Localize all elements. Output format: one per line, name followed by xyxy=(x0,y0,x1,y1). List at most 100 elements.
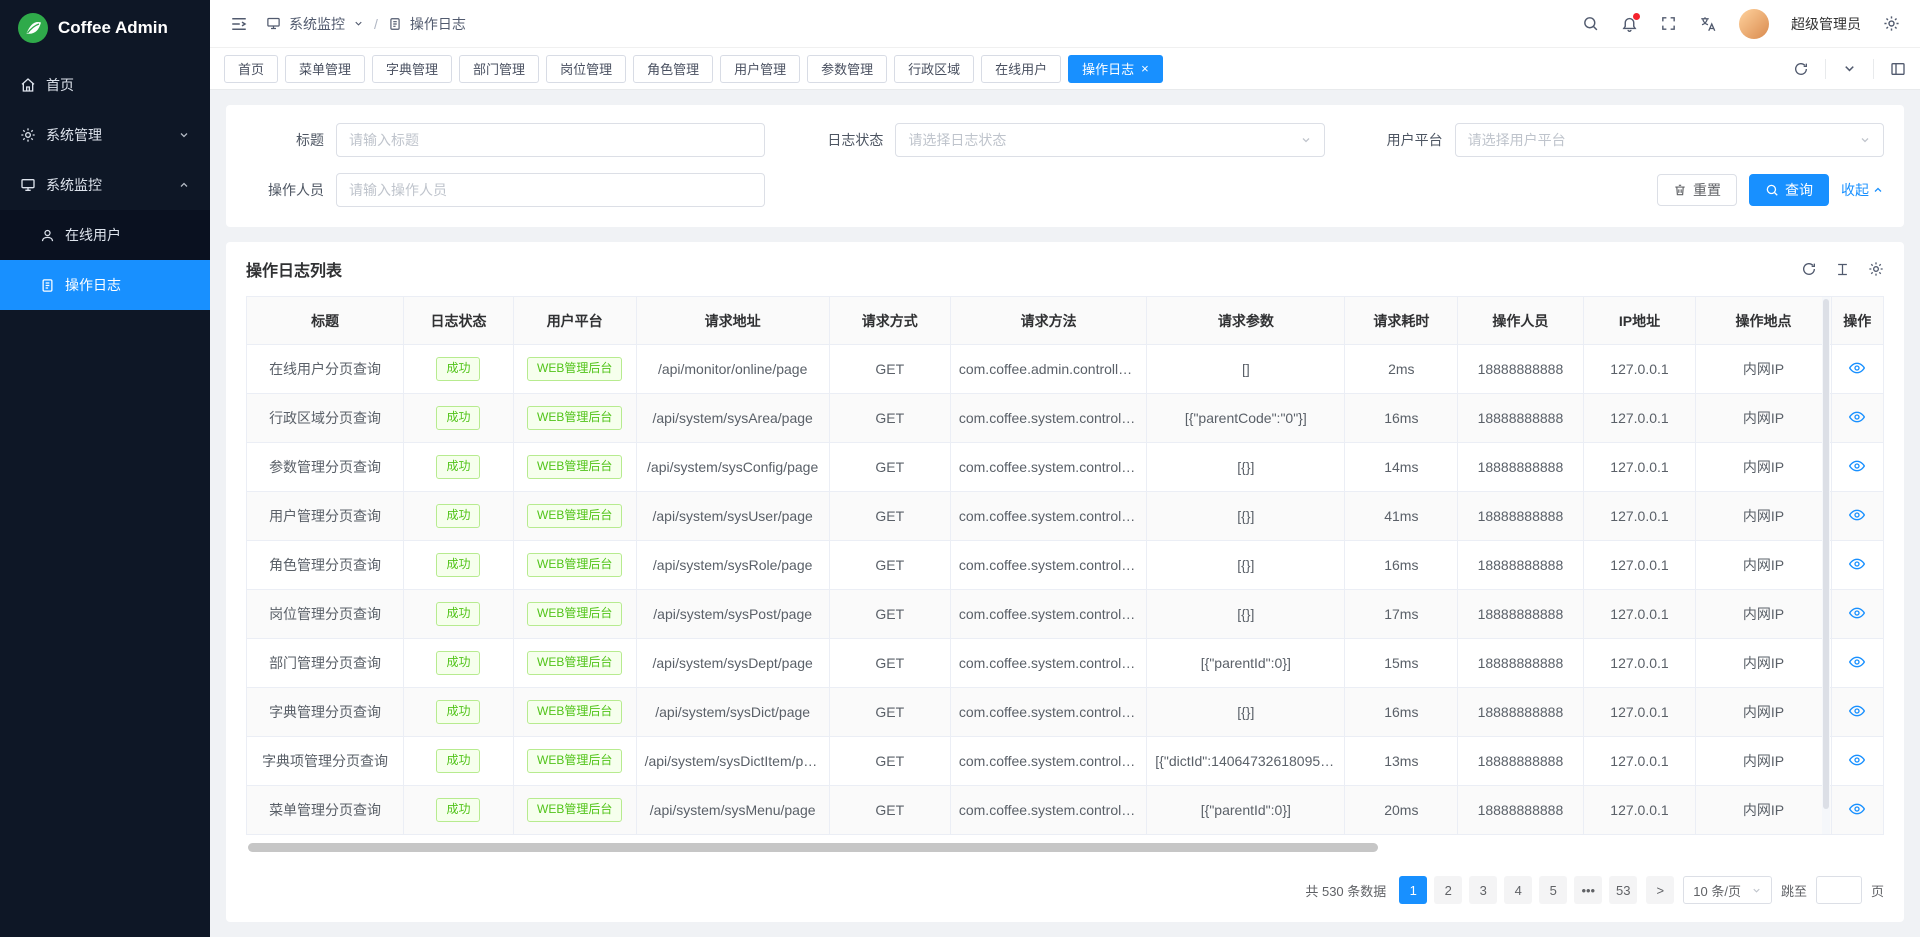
filter-spacer xyxy=(805,173,1364,207)
reset-button[interactable]: 重置 xyxy=(1657,174,1737,206)
sidebar-item-home[interactable]: 首页 xyxy=(0,60,210,110)
title-input[interactable] xyxy=(336,123,765,157)
collapse-sidebar-icon[interactable] xyxy=(230,15,248,33)
tab-close-icon[interactable]: × xyxy=(1141,62,1149,75)
tab[interactable]: 角色管理 xyxy=(633,55,713,83)
refresh-icon[interactable] xyxy=(1793,61,1809,77)
view-detail-eye-icon[interactable] xyxy=(1849,556,1865,572)
cell-method: GET xyxy=(829,786,950,835)
tab[interactable]: 在线用户 xyxy=(981,55,1061,83)
tab[interactable]: 菜单管理 xyxy=(285,55,365,83)
tab[interactable]: 字典管理 xyxy=(372,55,452,83)
view-detail-eye-icon[interactable] xyxy=(1849,507,1865,523)
cell-params: [{"parentId":0}] xyxy=(1147,786,1345,835)
cell-title: 行政区域分页查询 xyxy=(247,394,404,443)
chevron-down-icon xyxy=(1751,885,1762,896)
breadcrumb-level1[interactable]: 系统监控 xyxy=(289,14,345,34)
scrollbar-thumb[interactable] xyxy=(248,843,1378,852)
platform-select[interactable]: 请选择用户平台 xyxy=(1455,123,1884,157)
cell-url: /api/system/sysPost/page xyxy=(636,590,829,639)
cell-title: 菜单管理分页查询 xyxy=(247,786,404,835)
cell-location: 内网IP xyxy=(1696,639,1831,688)
density-icon[interactable] xyxy=(1835,262,1850,277)
jump-page-input[interactable] xyxy=(1816,876,1862,904)
cell-url: /api/system/sysDict/page xyxy=(636,688,829,737)
refresh-icon[interactable] xyxy=(1801,261,1817,277)
chevron-up-icon xyxy=(178,179,190,191)
search-icon[interactable] xyxy=(1582,15,1599,32)
cell-operator: 18888888888 xyxy=(1458,688,1583,737)
pager-page-button[interactable]: 1 xyxy=(1399,876,1427,904)
cell-operator: 18888888888 xyxy=(1458,737,1583,786)
log-table-body: 在线用户分页查询成功WEB管理后台/api/monitor/online/pag… xyxy=(247,345,1884,835)
cell-title: 在线用户分页查询 xyxy=(247,345,404,394)
trash-icon xyxy=(1673,183,1687,197)
cell-operator: 18888888888 xyxy=(1458,639,1583,688)
tab[interactable]: 行政区域 xyxy=(894,55,974,83)
cell-location: 内网IP xyxy=(1696,688,1831,737)
pager-page-button[interactable]: 53 xyxy=(1609,876,1637,904)
avatar[interactable] xyxy=(1739,9,1769,39)
tab[interactable]: 部门管理 xyxy=(459,55,539,83)
cell-title: 角色管理分页查询 xyxy=(247,541,404,590)
tab-menu-chevron-icon[interactable] xyxy=(1842,61,1857,76)
translate-icon[interactable] xyxy=(1699,15,1717,33)
username[interactable]: 超级管理员 xyxy=(1791,14,1861,34)
tab-label: 字典管理 xyxy=(386,59,438,78)
tab[interactable]: 参数管理 xyxy=(807,55,887,83)
layout-icon[interactable] xyxy=(1890,61,1906,77)
cell-ip: 127.0.0.1 xyxy=(1583,492,1696,541)
cell-action xyxy=(1831,541,1884,590)
filter-actions: 重置 查询 收起 xyxy=(1365,173,1884,207)
search-button[interactable]: 查询 xyxy=(1749,174,1829,206)
tab[interactable]: 岗位管理 xyxy=(546,55,626,83)
tab[interactable]: 首页 xyxy=(224,55,278,83)
status-tag: 成功 xyxy=(436,651,480,675)
sidebar-item-label: 系统管理 xyxy=(46,125,102,145)
cell-duration: 14ms xyxy=(1345,443,1458,492)
operator-input[interactable] xyxy=(336,173,765,207)
sidebar-item-online-users[interactable]: 在线用户 xyxy=(0,210,210,260)
fullscreen-icon[interactable] xyxy=(1660,15,1677,32)
view-detail-eye-icon[interactable] xyxy=(1849,458,1865,474)
notifications-button[interactable] xyxy=(1621,15,1638,32)
scrollbar-thumb[interactable] xyxy=(1823,299,1829,809)
pager-page-button[interactable]: 5 xyxy=(1539,876,1567,904)
status-select[interactable]: 请选择日志状态 xyxy=(895,123,1324,157)
column-settings-gear-icon[interactable] xyxy=(1868,261,1884,277)
table-row: 用户管理分页查询成功WEB管理后台/api/system/sysUser/pag… xyxy=(247,492,1884,541)
collapse-filters-link[interactable]: 收起 xyxy=(1841,180,1884,200)
column-header: 请求耗时 xyxy=(1345,297,1458,345)
table-vertical-scrollbar[interactable] xyxy=(1822,297,1830,834)
pager-page-button[interactable]: 4 xyxy=(1504,876,1532,904)
view-detail-eye-icon[interactable] xyxy=(1849,409,1865,425)
view-detail-eye-icon[interactable] xyxy=(1849,654,1865,670)
view-detail-eye-icon[interactable] xyxy=(1849,752,1865,768)
view-detail-eye-icon[interactable] xyxy=(1849,360,1865,376)
page-size-select[interactable]: 10 条/页 xyxy=(1683,876,1772,904)
pager-page-button[interactable]: 2 xyxy=(1434,876,1462,904)
pager-page-button[interactable]: 3 xyxy=(1469,876,1497,904)
cell-params: [] xyxy=(1147,345,1345,394)
tab[interactable]: 操作日志× xyxy=(1068,55,1163,83)
view-detail-eye-icon[interactable] xyxy=(1849,703,1865,719)
tab[interactable]: 用户管理 xyxy=(720,55,800,83)
platform-select-placeholder: 请选择用户平台 xyxy=(1468,130,1566,150)
next-page-button[interactable]: > xyxy=(1646,876,1674,904)
sidebar-item-system-monitor[interactable]: 系统监控 xyxy=(0,160,210,210)
tab-label: 角色管理 xyxy=(647,59,699,78)
settings-gear-icon[interactable] xyxy=(1883,15,1900,32)
chevron-up-icon xyxy=(1872,184,1884,196)
cell-method: GET xyxy=(829,443,950,492)
view-detail-eye-icon[interactable] xyxy=(1849,605,1865,621)
sidebar-item-system-mgmt[interactable]: 系统管理 xyxy=(0,110,210,160)
cell-params: [{}] xyxy=(1147,590,1345,639)
view-detail-eye-icon[interactable] xyxy=(1849,801,1865,817)
table-horizontal-scrollbar[interactable] xyxy=(246,843,1884,852)
column-header: 用户平台 xyxy=(513,297,636,345)
sidebar: Coffee Admin 首页 系统管理 系统监控 在线用户 xyxy=(0,0,210,937)
platform-tag: WEB管理后台 xyxy=(527,602,622,626)
sidebar-item-operation-log[interactable]: 操作日志 xyxy=(0,260,210,310)
cell-status: 成功 xyxy=(404,394,514,443)
cell-url: /api/system/sysRole/page xyxy=(636,541,829,590)
